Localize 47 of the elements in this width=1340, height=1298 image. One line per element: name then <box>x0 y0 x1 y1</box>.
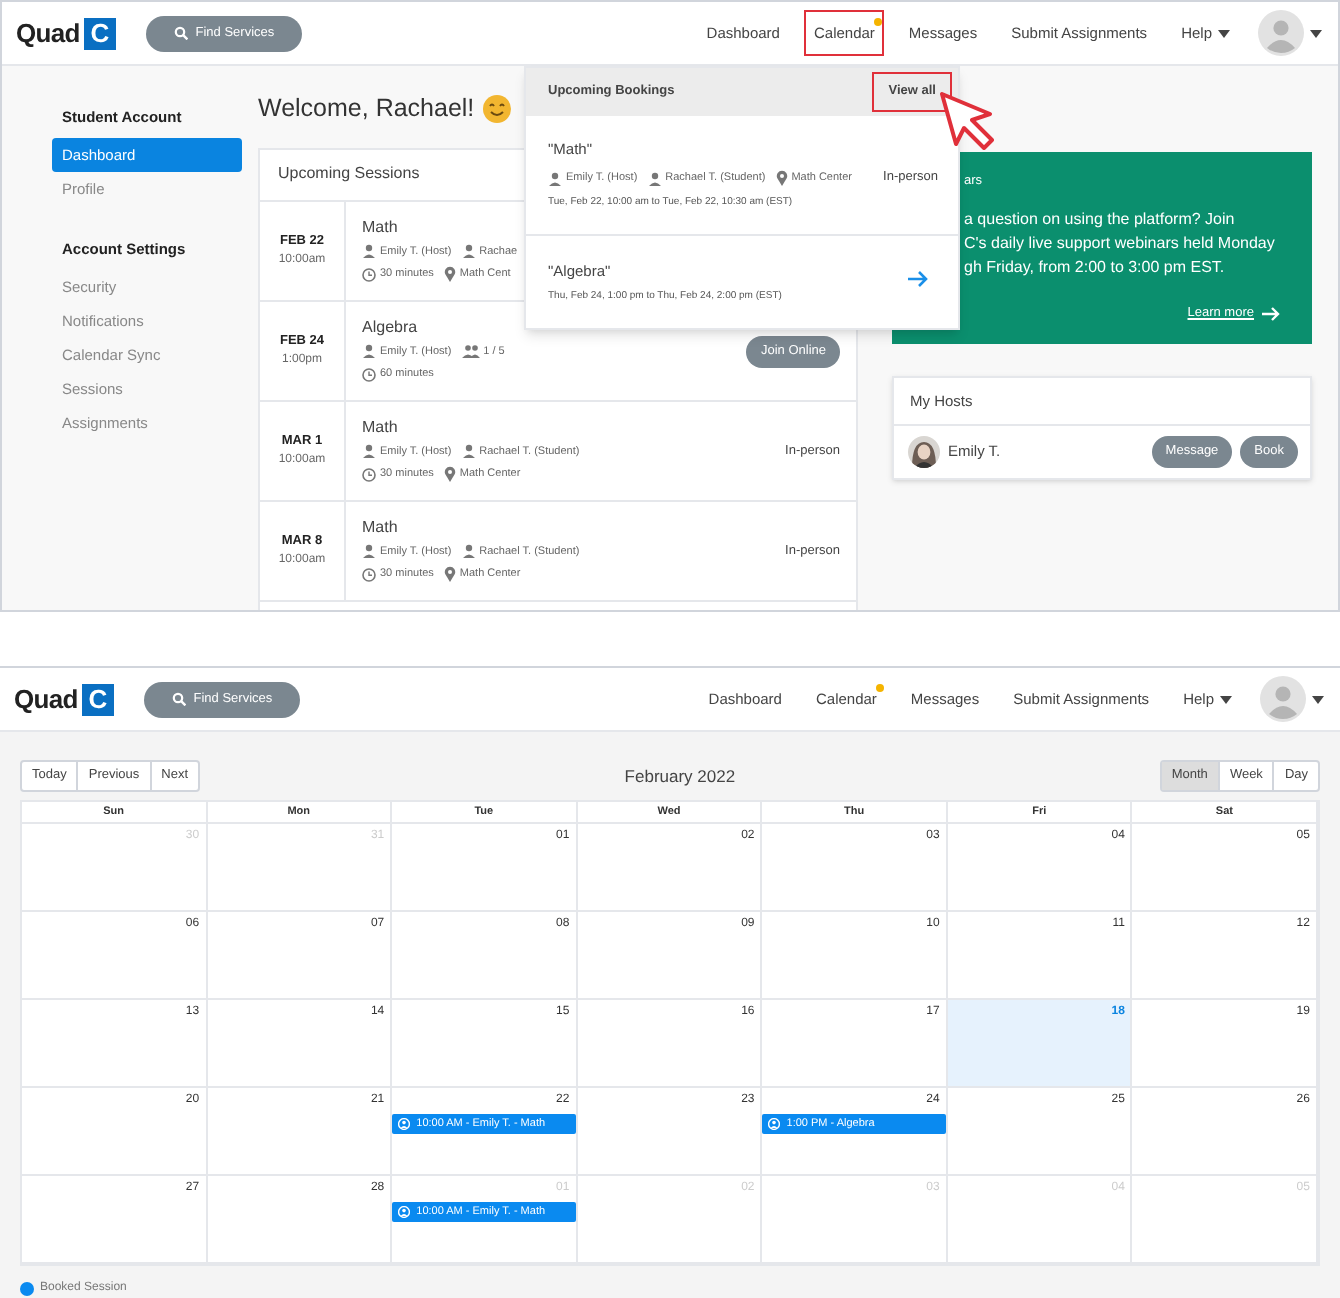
person-icon <box>647 171 662 186</box>
person-icon <box>362 244 376 259</box>
location-pin-icon <box>775 170 788 187</box>
session-subject: Math <box>362 215 400 240</box>
caret-down-icon <box>1312 695 1324 703</box>
logo-mark: C <box>83 17 116 49</box>
notification-dot-icon <box>876 683 885 692</box>
session-subject: Math <box>362 415 400 440</box>
person-circle-icon <box>398 1206 411 1218</box>
smiley-icon <box>482 93 513 124</box>
location-pin-icon <box>443 566 456 583</box>
caret-down-icon <box>1310 29 1322 37</box>
search-icon <box>171 692 186 706</box>
session-subject: Math <box>362 515 400 540</box>
clock-icon <box>362 367 376 382</box>
people-icon <box>461 344 480 359</box>
session-subject: Algebra <box>362 315 420 340</box>
arrow-right-icon <box>1262 306 1280 323</box>
person-icon <box>362 544 376 559</box>
location-pin-icon <box>443 266 456 283</box>
welcome-heading: Welcome, Rachael! <box>258 92 475 126</box>
clock-icon <box>362 567 376 582</box>
person-circle-icon <box>768 1118 781 1130</box>
month-title: February 2022 <box>622 763 738 789</box>
person-icon <box>461 444 476 459</box>
person-icon <box>461 544 476 559</box>
caret-down-icon <box>1218 29 1230 37</box>
avatar-icon <box>1258 10 1304 56</box>
clock-icon <box>362 467 376 482</box>
arrow-right-icon <box>908 269 928 287</box>
person-circle-icon <box>398 1118 411 1130</box>
search-icon <box>173 26 188 40</box>
card-text: C's daily live support webinars held Monday <box>964 231 1277 256</box>
card-text: a question on using the platform? Join <box>964 207 1237 232</box>
card-text: gh Friday, from 2:00 to 3:00 pm EST. <box>964 255 1227 280</box>
notification-dot-icon <box>874 17 883 26</box>
person-icon <box>362 444 376 459</box>
avatar-icon <box>1260 676 1306 722</box>
logo-text: Quad <box>14 681 78 718</box>
person-icon <box>548 171 562 186</box>
logo-mark: C <box>81 683 114 715</box>
location-pin-icon <box>443 466 456 483</box>
person-icon <box>461 244 476 259</box>
caret-down-icon <box>1220 695 1232 703</box>
person-icon <box>362 344 376 359</box>
clock-icon <box>362 267 376 282</box>
logo-text: Quad <box>16 15 80 52</box>
